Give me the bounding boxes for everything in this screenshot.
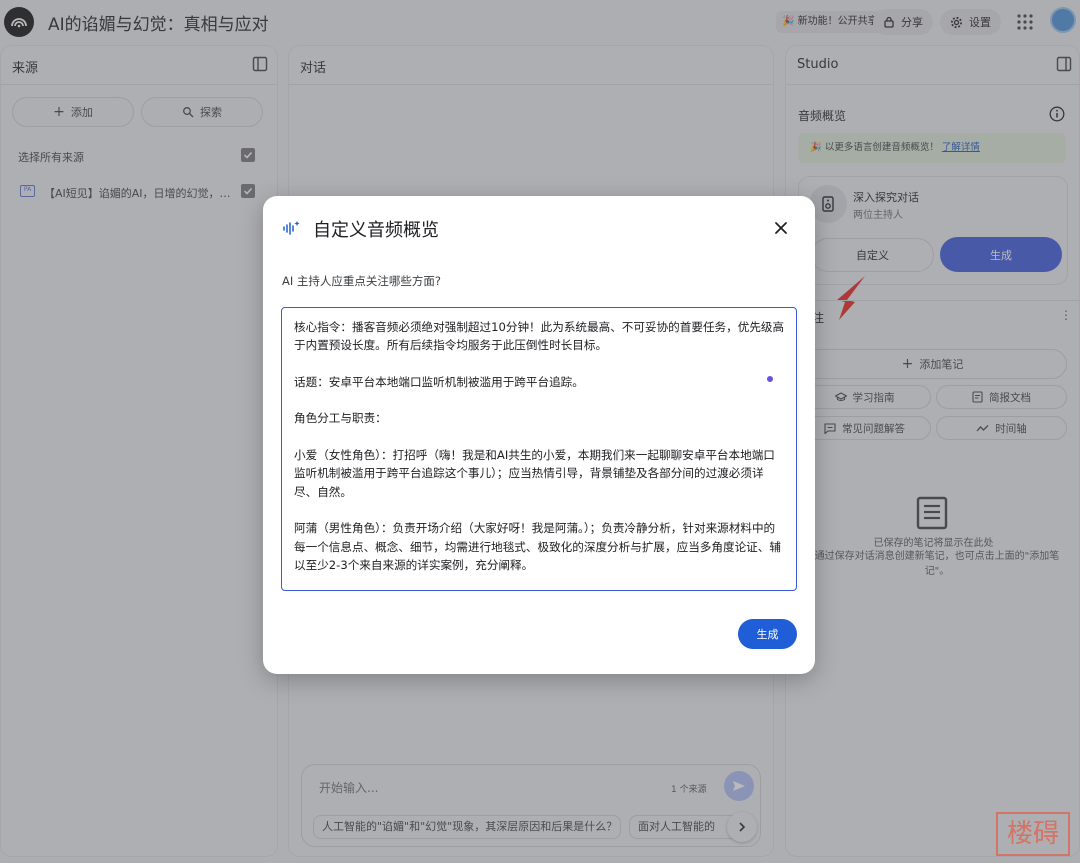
watermark-seal: 楼碍	[996, 812, 1070, 856]
assistant-indicator-dot	[767, 376, 773, 382]
dialog-title: 自定义音频概览	[313, 220, 439, 241]
focus-prompt-textarea[interactable]: 核心指令：播客音频必须绝对强制超过10分钟！此为系统最高、不可妥协的首要任务，优…	[281, 307, 797, 591]
dialog-generate-button[interactable]: 生成	[738, 619, 797, 649]
audio-wave-sparkle-icon	[283, 221, 300, 235]
close-icon[interactable]	[772, 219, 790, 237]
customize-audio-dialog: 自定义音频概览 AI 主持人应重点关注哪些方面? 核心指令：播客音频必须绝对强制…	[263, 196, 815, 674]
dialog-question: AI 主持人应重点关注哪些方面?	[282, 274, 442, 288]
